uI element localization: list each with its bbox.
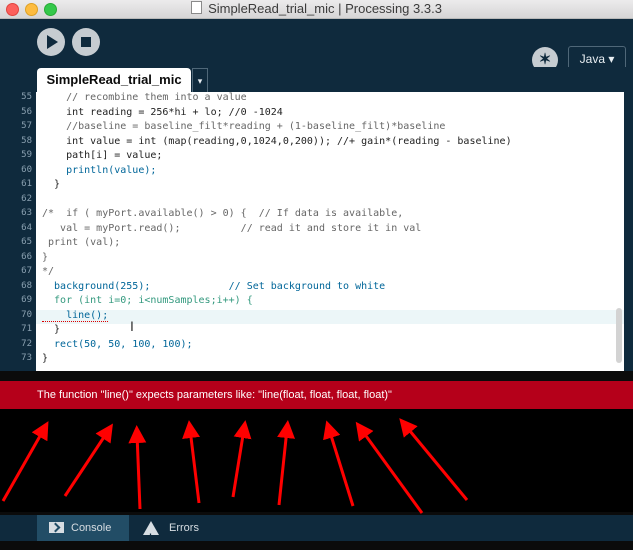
error-status-bar: The function "line()" expects parameters… — [0, 381, 633, 409]
code-editor[interactable]: 55 // recombine them into a value 56 int… — [0, 92, 624, 371]
editor-scrollbar-thumb[interactable] — [616, 308, 622, 363]
current-line-highlight — [36, 309, 624, 324]
annotation-arrows — [1, 418, 469, 514]
toolbar: ✶ Java ▾ — [0, 19, 633, 73]
arrow — [63, 423, 113, 497]
bottom-panel-tabs: Console Errors — [0, 515, 633, 550]
arrow — [182, 420, 201, 504]
window-title: SimpleRead_trial_mic | Processing 3.3.3 — [0, 1, 633, 16]
arrow — [355, 421, 424, 514]
console-icon — [49, 522, 64, 533]
console-tab[interactable]: Console — [37, 515, 129, 541]
stop-button[interactable] — [72, 28, 100, 56]
document-icon — [191, 1, 203, 14]
run-button[interactable] — [37, 28, 65, 56]
arrow — [323, 420, 355, 507]
arrow — [1, 421, 49, 502]
arrow — [128, 425, 147, 510]
editor-scrollbar-track[interactable] — [624, 92, 633, 371]
arrow — [277, 420, 296, 506]
tab-simpleread-trial-mic[interactable]: SimpleRead_trial_mic — [37, 68, 191, 92]
errors-tab[interactable]: Errors — [135, 515, 211, 550]
butterfly-icon: ✶ — [538, 51, 552, 68]
text-cursor-icon: I — [130, 318, 134, 334]
warning-icon — [143, 521, 159, 550]
tab-menu-button[interactable]: ▾ — [192, 68, 208, 94]
arrow — [231, 420, 252, 498]
window-titlebar: SimpleRead_trial_mic | Processing 3.3.3 — [0, 0, 633, 19]
arrow — [399, 418, 469, 501]
tab-bar: SimpleRead_trial_mic ▾ — [0, 67, 633, 94]
